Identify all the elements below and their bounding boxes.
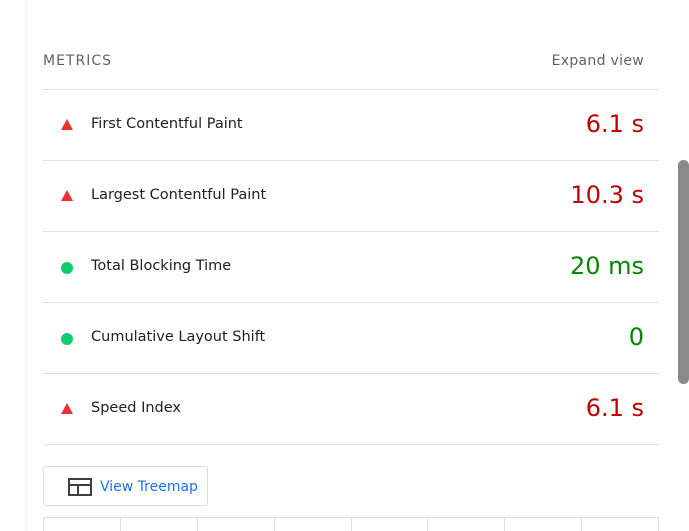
thumbnail bbox=[198, 518, 275, 531]
metric-value: 10.3 s bbox=[570, 181, 644, 209]
pass-circle-icon bbox=[61, 333, 73, 345]
view-treemap-label: View Treemap bbox=[100, 479, 198, 495]
metric-total-blocking-time: Total Blocking Time 20 ms bbox=[43, 232, 659, 303]
thumbnail bbox=[352, 518, 429, 531]
metric-value: 6.1 s bbox=[585, 394, 644, 422]
metric-label: Largest Contentful Paint bbox=[91, 187, 267, 203]
thumbnail bbox=[121, 518, 198, 531]
pass-circle-icon bbox=[61, 262, 73, 274]
view-treemap-button[interactable]: View Treemap bbox=[43, 466, 208, 506]
metrics-title: METRICS bbox=[43, 53, 112, 69]
fail-triangle-icon bbox=[61, 190, 73, 201]
metric-cumulative-layout-shift: Cumulative Layout Shift 0 bbox=[43, 303, 659, 374]
thumbnail bbox=[275, 518, 352, 531]
screenshot-thumbnails bbox=[43, 517, 659, 531]
metrics-header: METRICS Expand view bbox=[43, 0, 659, 90]
expand-view-toggle[interactable]: Expand view bbox=[552, 53, 644, 69]
left-border bbox=[26, 0, 27, 531]
metric-label: First Contentful Paint bbox=[91, 116, 243, 132]
metric-value: 0 bbox=[628, 323, 644, 351]
fail-triangle-icon bbox=[61, 403, 73, 414]
metric-speed-index: Speed Index 6.1 s bbox=[43, 374, 659, 445]
fail-triangle-icon bbox=[61, 119, 73, 130]
thumbnail bbox=[44, 518, 121, 531]
metric-label: Cumulative Layout Shift bbox=[91, 329, 266, 345]
metric-label: Speed Index bbox=[91, 400, 181, 416]
metric-value: 20 ms bbox=[569, 252, 644, 280]
metric-value: 6.1 s bbox=[585, 110, 644, 138]
thumbnail bbox=[428, 518, 506, 531]
metric-first-contentful-paint: First Contentful Paint 6.1 s bbox=[43, 90, 659, 161]
metrics-panel: METRICS Expand view First Contentful Pai… bbox=[43, 0, 659, 531]
thumbnail bbox=[505, 518, 583, 531]
metric-label: Total Blocking Time bbox=[91, 258, 232, 274]
metric-largest-contentful-paint: Largest Contentful Paint 10.3 s bbox=[43, 161, 659, 232]
treemap-icon bbox=[68, 478, 92, 496]
scrollbar-thumb[interactable] bbox=[678, 160, 689, 384]
thumbnail bbox=[582, 518, 659, 531]
